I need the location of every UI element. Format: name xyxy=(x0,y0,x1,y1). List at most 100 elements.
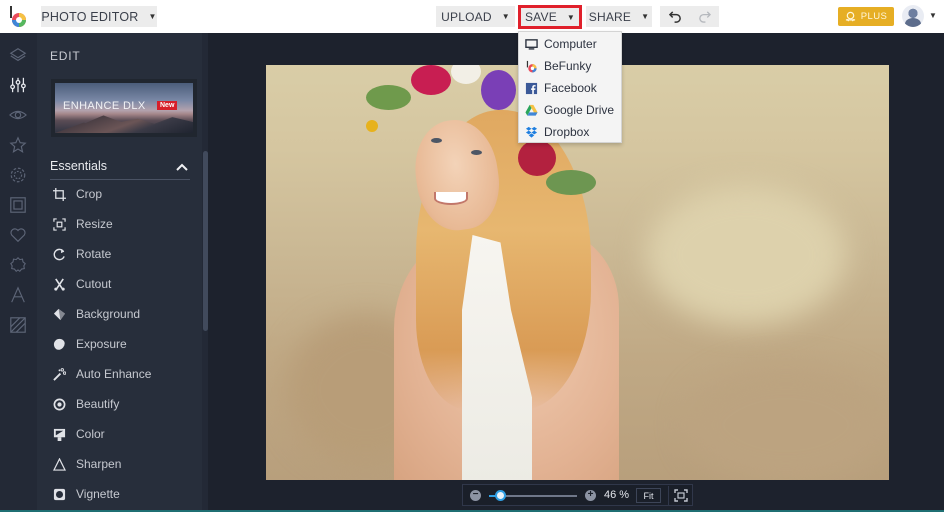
tool-rotate[interactable]: Rotate xyxy=(50,240,195,268)
heart-icon[interactable] xyxy=(8,225,28,245)
sharpen-icon xyxy=(50,457,72,471)
tool-label: Beautify xyxy=(76,397,120,411)
frame-icon[interactable] xyxy=(8,195,28,215)
save-to-befunky[interactable]: BeFunky xyxy=(519,55,621,77)
app-menu-label: PHOTO EDITOR xyxy=(41,9,139,24)
rotate-icon xyxy=(50,247,72,261)
tool-beautify[interactable]: Beautify xyxy=(50,390,195,418)
subject-eye xyxy=(471,150,482,155)
flower-crown xyxy=(366,120,378,132)
zoom-out-button[interactable]: − xyxy=(470,490,481,501)
save-label: SAVE xyxy=(524,10,557,24)
flower-crown xyxy=(481,70,516,110)
fullscreen-icon xyxy=(673,489,688,502)
caret-down-icon: ▼ xyxy=(148,12,157,21)
zoom-in-button[interactable]: + xyxy=(585,490,596,501)
save-to-computer[interactable]: Computer xyxy=(519,33,621,55)
google-drive-icon xyxy=(524,103,538,117)
new-badge: New xyxy=(157,101,178,110)
tool-background[interactable]: Background xyxy=(50,300,195,328)
menu-item-label: Computer xyxy=(544,37,597,51)
edit-panel: EDIT ENHANCE DLX New Essentials Crop Res… xyxy=(37,33,208,512)
redo-icon xyxy=(699,11,711,23)
fullscreen-button[interactable] xyxy=(668,486,692,505)
dropbox-icon xyxy=(524,125,538,139)
tool-sharpen[interactable]: Sharpen xyxy=(50,450,195,478)
magic-wand-icon xyxy=(50,367,72,381)
caret-down-icon[interactable]: ▼ xyxy=(929,11,937,20)
tool-label: Background xyxy=(76,307,141,321)
flower-crown xyxy=(411,65,451,95)
redo-button[interactable] xyxy=(690,6,719,27)
caret-down-icon: ▼ xyxy=(501,12,510,21)
share-label: SHARE xyxy=(588,9,632,24)
caret-down-icon: ▼ xyxy=(566,12,576,22)
save-to-dropbox[interactable]: Dropbox xyxy=(519,121,621,143)
mountain-graphic xyxy=(55,115,193,133)
cutout-icon xyxy=(50,277,72,291)
eye-icon[interactable] xyxy=(8,105,28,125)
save-to-google-drive[interactable]: Google Drive xyxy=(519,99,621,121)
plus-label: PLUS xyxy=(860,11,888,22)
tool-crop[interactable]: Crop xyxy=(50,180,195,208)
upload-button[interactable]: UPLOAD ▼ xyxy=(436,6,515,27)
plus-upgrade-button[interactable]: PLUS xyxy=(838,7,894,26)
tool-auto-enhance[interactable]: Auto Enhance xyxy=(50,360,195,388)
resize-icon xyxy=(50,217,72,231)
tool-label: Auto Enhance xyxy=(76,367,152,381)
banner-image: ENHANCE DLX New xyxy=(55,83,193,133)
crop-icon xyxy=(50,187,72,201)
user-avatar[interactable] xyxy=(902,5,924,27)
award-icon xyxy=(845,11,855,22)
tool-label: Cutout xyxy=(76,277,112,291)
subject-smile xyxy=(434,192,468,205)
essentials-section-header[interactable]: Essentials xyxy=(50,155,190,180)
flower-crown xyxy=(518,140,556,176)
monitor-icon xyxy=(524,37,538,51)
beautify-icon xyxy=(50,397,72,411)
enhance-dlx-banner[interactable]: ENHANCE DLX New xyxy=(51,79,197,137)
tool-category-rail xyxy=(0,33,37,512)
fit-button[interactable]: Fit xyxy=(636,488,661,503)
tool-label: Resize xyxy=(76,217,113,231)
share-button[interactable]: SHARE ▼ xyxy=(586,6,652,27)
star-icon[interactable] xyxy=(8,135,28,155)
befunky-icon xyxy=(524,59,538,73)
tool-label: Sharpen xyxy=(76,457,122,471)
save-to-facebook[interactable]: Facebook xyxy=(519,77,621,99)
save-button[interactable]: SAVE ▼ xyxy=(518,5,582,29)
tool-resize[interactable]: Resize xyxy=(50,210,195,238)
top-bar: PHOTO EDITOR ▼ UPLOAD ▼ SAVE ▼ SHARE ▼ P… xyxy=(0,0,944,33)
befunky-logo[interactable] xyxy=(9,6,27,28)
tool-label: Crop xyxy=(76,187,103,201)
section-title: Essentials xyxy=(50,159,107,173)
zoom-slider-thumb[interactable] xyxy=(494,490,506,501)
sliders-icon[interactable] xyxy=(8,75,28,95)
menu-item-label: BeFunky xyxy=(544,59,592,73)
tool-cutout[interactable]: Cutout xyxy=(50,270,195,298)
badge-icon[interactable] xyxy=(8,255,28,275)
zoom-controls: − + 46 % Fit xyxy=(462,484,693,506)
vignette-icon xyxy=(50,487,72,501)
exposure-icon xyxy=(50,337,72,351)
text-icon[interactable] xyxy=(8,285,28,305)
menu-item-label: Facebook xyxy=(544,81,597,95)
undo-icon xyxy=(668,11,681,23)
menu-item-label: Dropbox xyxy=(544,125,590,139)
caret-down-icon: ▼ xyxy=(641,12,650,21)
subject-eye xyxy=(431,138,442,143)
tool-vignette[interactable]: Vignette xyxy=(50,480,195,508)
layers-icon[interactable] xyxy=(8,45,28,65)
undo-button[interactable] xyxy=(660,6,690,27)
tool-exposure[interactable]: Exposure xyxy=(50,330,195,358)
tool-label: Rotate xyxy=(76,247,112,261)
gear-flower-icon[interactable] xyxy=(8,165,28,185)
tool-label: Color xyxy=(76,427,105,441)
facebook-icon xyxy=(524,81,538,95)
tool-color[interactable]: Color xyxy=(50,420,195,448)
flower-crown xyxy=(366,85,411,110)
panel-title: EDIT xyxy=(50,49,81,63)
app-menu-button[interactable]: PHOTO EDITOR ▼ xyxy=(41,6,157,27)
flower-crown xyxy=(546,170,596,195)
texture-icon[interactable] xyxy=(8,315,28,335)
